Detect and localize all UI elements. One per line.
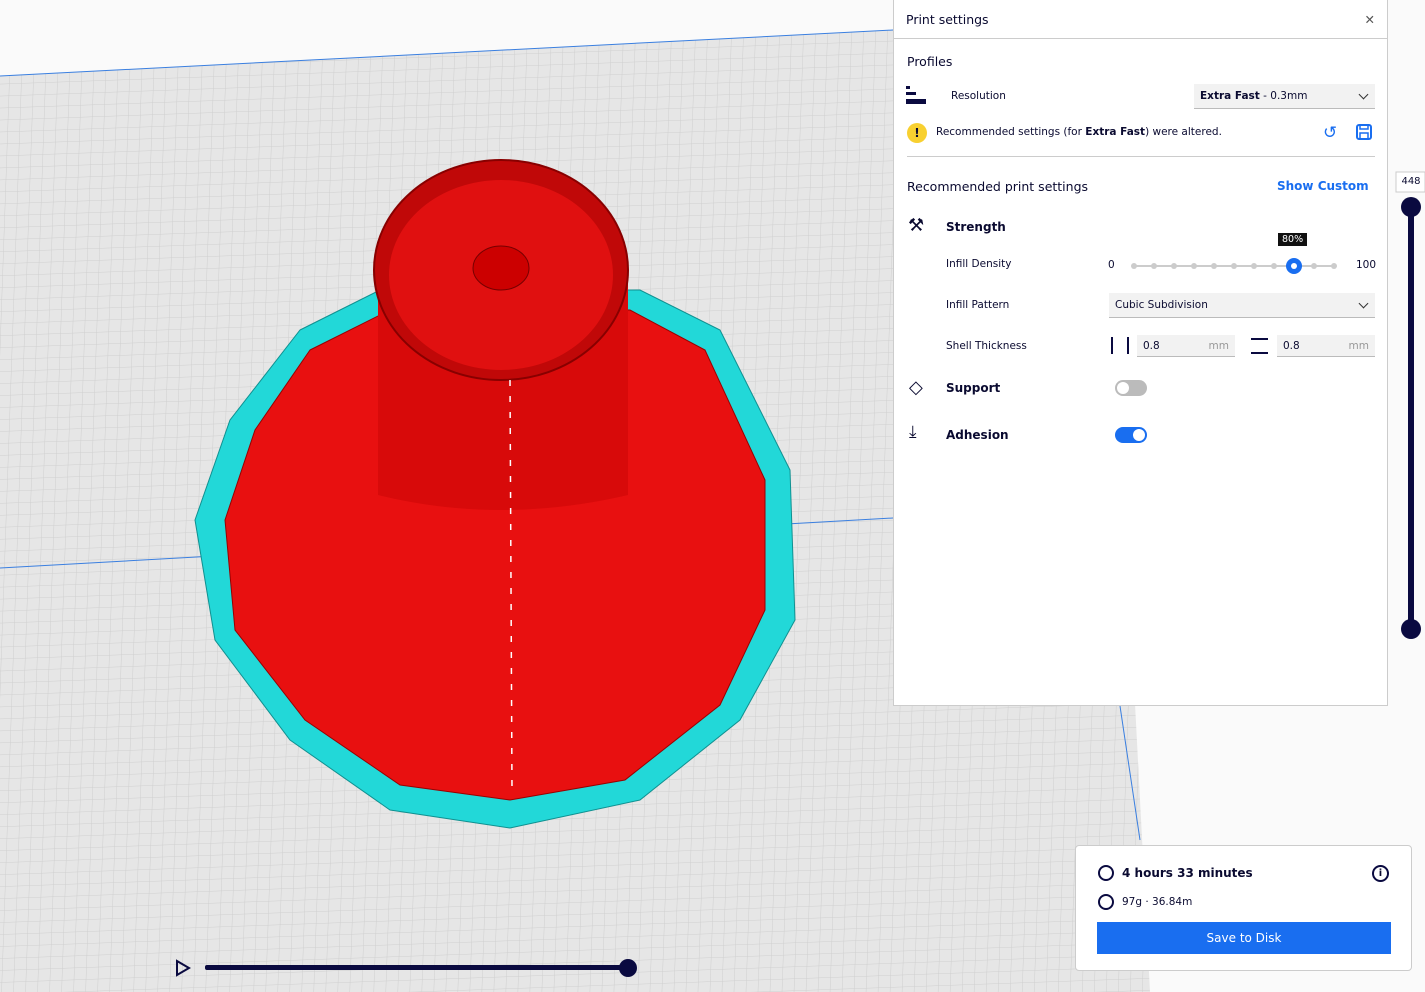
- support-toggle[interactable]: [1115, 380, 1147, 396]
- save-to-disk-button[interactable]: Save to Disk: [1097, 922, 1391, 954]
- print-estimate-panel: 4 hours 33 minutes i 97g · 36.84m Save t…: [1075, 845, 1412, 971]
- warning-icon: !: [907, 123, 927, 143]
- divider: [907, 156, 1375, 157]
- adhesion-toggle[interactable]: [1115, 427, 1147, 443]
- close-icon[interactable]: ✕: [1365, 12, 1375, 27]
- layer-value[interactable]: 448: [1397, 176, 1425, 187]
- altered-warning: Recommended settings (for Extra Fast) we…: [936, 126, 1222, 138]
- adhesion-icon: ⤓: [909, 422, 917, 442]
- infill-max: 100: [1356, 259, 1377, 271]
- profiles-label: Profiles: [907, 54, 953, 69]
- wall-thickness-icon: [1111, 337, 1129, 354]
- top-bottom-thickness-icon: [1251, 338, 1268, 354]
- chevron-down-icon: [1358, 89, 1369, 99]
- adhesion-heading: Adhesion: [946, 428, 1009, 442]
- save-profile-icon[interactable]: [1356, 124, 1372, 140]
- strength-heading: Strength: [946, 220, 1006, 234]
- print-time: 4 hours 33 minutes: [1122, 866, 1253, 880]
- slider-tick: [1171, 263, 1177, 269]
- resolution-profile: Extra Fast: [1200, 90, 1260, 102]
- layer-slider[interactable]: [1395, 171, 1425, 639]
- slider-tick: [1251, 263, 1257, 269]
- slider-tick: [1131, 263, 1137, 269]
- infill-pattern-label: Infill Pattern: [946, 299, 1010, 311]
- chevron-down-icon: [1358, 298, 1369, 308]
- spool-icon: [1098, 894, 1114, 910]
- slider-tick: [1331, 263, 1337, 269]
- infill-pattern-value: Cubic Subdivision: [1115, 299, 1208, 311]
- slider-tick: [1231, 263, 1237, 269]
- wall-thickness-input[interactable]: 0.8 mm: [1137, 335, 1235, 357]
- infill-density-slider[interactable]: [1131, 258, 1337, 274]
- slider-tick: [1151, 263, 1157, 269]
- infill-pattern-dropdown[interactable]: Cubic Subdivision: [1109, 293, 1375, 318]
- material-usage: 97g · 36.84m: [1122, 896, 1193, 908]
- infill-min: 0: [1108, 259, 1115, 271]
- hammer-icon: ⚒: [908, 215, 925, 236]
- recommended-label: Recommended print settings: [907, 179, 1089, 194]
- support-heading: Support: [946, 381, 1001, 395]
- slider-tick: [1191, 263, 1197, 269]
- layer-slider-bottom-handle: [1401, 619, 1421, 639]
- clock-icon: [1098, 865, 1114, 881]
- resolution-icon: [906, 86, 926, 104]
- resolution-layer-height: - 0.3mm: [1259, 90, 1308, 102]
- slider-tick: [1271, 263, 1277, 269]
- resolution-dropdown[interactable]: Extra Fast - 0.3mm: [1194, 84, 1375, 109]
- panel-title: Print settings: [906, 11, 989, 27]
- infill-density-label: Infill Density: [946, 258, 1012, 270]
- reset-icon[interactable]: ↺: [1323, 123, 1337, 143]
- infill-tooltip: 80%: [1278, 233, 1308, 246]
- support-icon: ◇: [909, 377, 923, 398]
- shell-thickness-label: Shell Thickness: [946, 340, 1027, 352]
- slider-tick: [1311, 263, 1317, 269]
- slider-tick: [1211, 263, 1217, 269]
- info-icon[interactable]: i: [1372, 865, 1389, 882]
- print-settings-panel: Print settings ✕ Profiles Resolution Extr…: [893, 0, 1388, 706]
- show-custom-button[interactable]: Show Custom: [1277, 179, 1369, 193]
- resolution-label: Resolution: [951, 90, 1006, 102]
- layer-slider-top-handle: [1401, 197, 1421, 217]
- top-bottom-thickness-input[interactable]: 0.8 mm: [1277, 335, 1375, 357]
- slider-handle[interactable]: [1286, 258, 1302, 274]
